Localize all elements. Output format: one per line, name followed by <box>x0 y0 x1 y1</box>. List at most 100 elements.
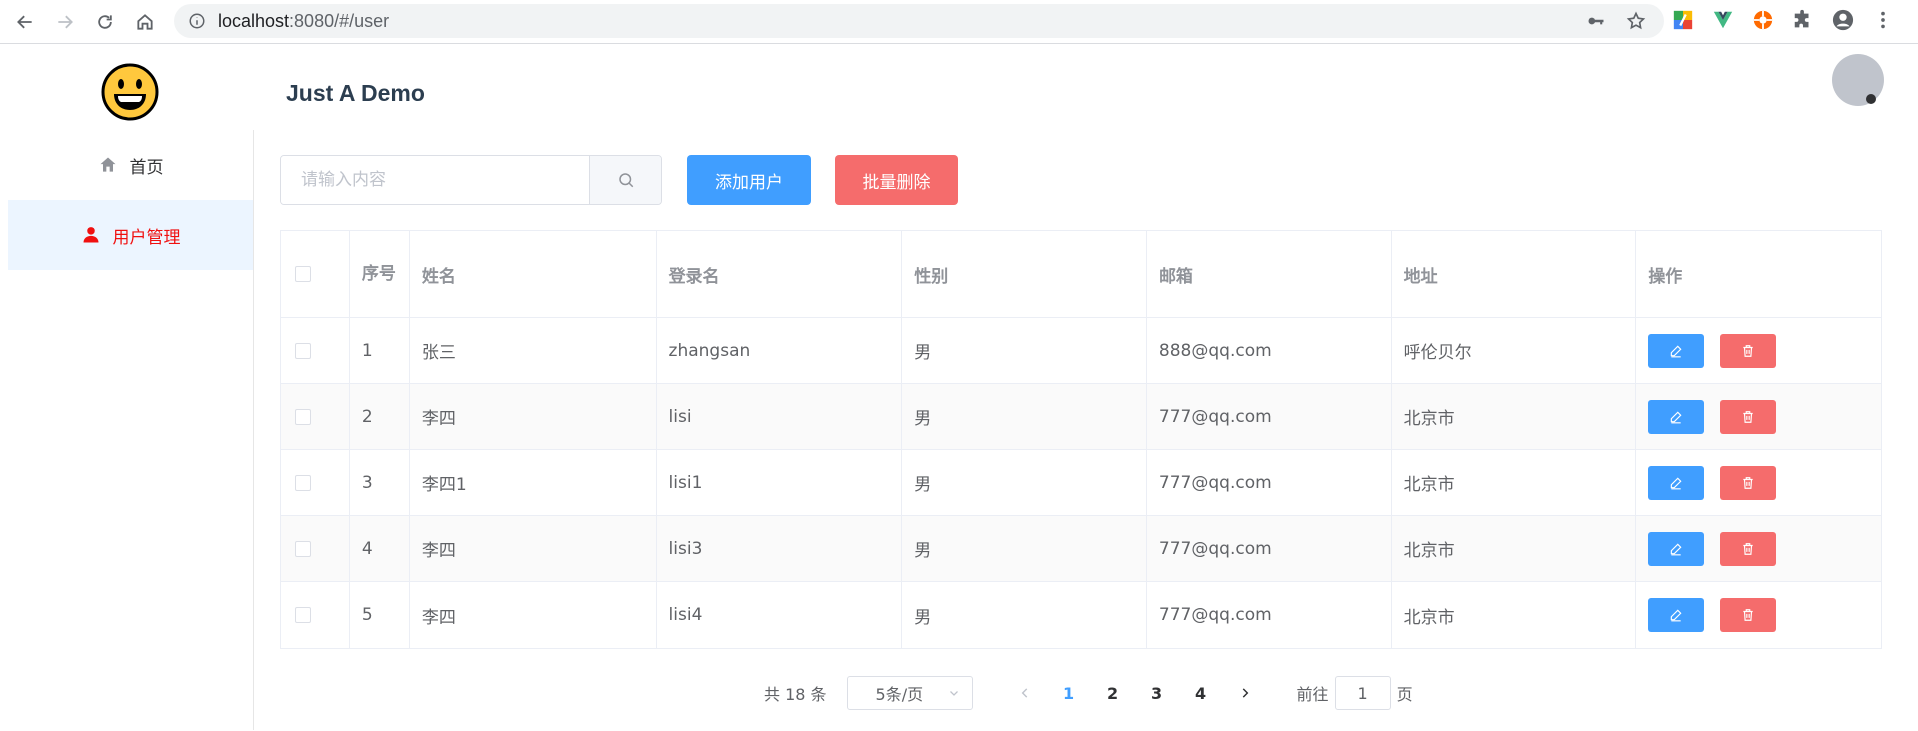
cell-actions <box>1636 582 1881 648</box>
trash-icon <box>1743 410 1753 423</box>
cell-actions <box>1636 384 1881 449</box>
page-number-1[interactable]: 1 <box>1047 684 1091 703</box>
delete-button[interactable] <box>1720 598 1777 632</box>
page-number-4[interactable]: 4 <box>1179 684 1223 703</box>
edit-button[interactable] <box>1648 531 1705 566</box>
cell-no: 4 <box>350 516 410 581</box>
next-page-button[interactable] <box>1223 686 1267 700</box>
back-button[interactable] <box>10 7 40 37</box>
reload-button[interactable] <box>90 7 120 37</box>
edit-button[interactable] <box>1648 598 1705 632</box>
sidebar-item-label: 首页 <box>129 157 164 178</box>
browser-menu-icon[interactable] <box>1870 7 1896 33</box>
row-select-cell <box>281 516 350 581</box>
page-number-3[interactable]: 3 <box>1135 684 1179 703</box>
cell-gender: 男 <box>902 384 1147 449</box>
row-checkbox[interactable] <box>295 342 311 359</box>
cell-actions <box>1636 318 1881 383</box>
delete-button[interactable] <box>1720 531 1777 566</box>
cell-no: 2 <box>350 384 410 449</box>
search-button[interactable] <box>589 156 661 204</box>
row-select-cell <box>281 384 350 449</box>
cell-email: 888@qq.com <box>1147 318 1392 383</box>
cell-no: 1 <box>350 318 410 383</box>
search-box <box>280 155 662 205</box>
address-bar[interactable]: localhost:8080/#/user <box>174 4 1664 38</box>
table-header: 序号 姓名 登录名 性别 邮箱 地址 操作 <box>281 231 1881 318</box>
cell-email: 777@qq.com <box>1147 582 1392 648</box>
edit-button[interactable] <box>1648 465 1705 500</box>
edit-icon <box>1671 477 1682 489</box>
cell-address: 北京市 <box>1392 516 1637 581</box>
edit-icon <box>1671 411 1682 423</box>
column-header-address: 地址 <box>1392 231 1637 317</box>
profile-icon[interactable] <box>1830 7 1856 33</box>
goto-page-input[interactable] <box>1334 676 1391 710</box>
cell-name: 李四1 <box>410 450 657 515</box>
sidebar-item-home[interactable]: 首页 <box>8 130 253 200</box>
puzzle-extensions-icon[interactable] <box>1790 7 1816 33</box>
pagination-total: 共 18 条 <box>764 685 827 704</box>
prev-page-button[interactable] <box>1003 686 1047 700</box>
lifebuoy-extension-icon[interactable] <box>1750 7 1776 33</box>
select-all-checkbox[interactable] <box>295 266 311 282</box>
cell-name: 李四 <box>410 384 657 449</box>
cell-actions <box>1636 450 1881 515</box>
cell-address: 呼伦贝尔 <box>1392 318 1637 383</box>
home-button[interactable] <box>130 7 160 37</box>
chevron-right-icon <box>1242 688 1248 698</box>
delete-button[interactable] <box>1720 333 1777 368</box>
row-select-cell <box>281 582 350 648</box>
table-row: 4 李四 lisi3 男 777@qq.com 北京市 <box>281 516 1881 582</box>
batch-delete-button[interactable]: 批量删除 <box>835 155 958 205</box>
delete-button[interactable] <box>1720 399 1777 434</box>
star-icon[interactable] <box>1626 11 1646 31</box>
cell-email: 777@qq.com <box>1147 450 1392 515</box>
house-icon <box>137 13 153 30</box>
row-checkbox[interactable] <box>295 540 311 557</box>
reload-icon <box>98 14 112 29</box>
edit-button[interactable] <box>1648 399 1705 434</box>
sidebar-item-label: 用户管理 <box>112 227 181 248</box>
sidebar-item-user-management[interactable]: 用户管理 <box>8 200 253 270</box>
search-input[interactable] <box>281 156 589 204</box>
cell-no: 5 <box>350 582 410 648</box>
column-header-no: 序号 <box>350 231 410 317</box>
trash-icon <box>1743 476 1753 489</box>
cell-actions <box>1636 516 1881 581</box>
chevron-down-icon <box>949 691 958 696</box>
user-table: 序号 姓名 登录名 性别 邮箱 地址 操作 1 张三 zhangsan 男 88… <box>280 230 1882 649</box>
trash-icon <box>1743 609 1753 621</box>
cell-login: lisi3 <box>657 516 903 581</box>
add-user-button[interactable]: 添加用户 <box>687 155 811 205</box>
table-row: 2 李四 lisi 男 777@qq.com 北京市 <box>281 384 1881 450</box>
pagination: 共 18 条 5条/页 1 2 3 4 前往 页 <box>764 676 1413 710</box>
page-size-select[interactable]: 5条/页 <box>846 676 973 710</box>
cell-name: 李四 <box>410 582 657 648</box>
delete-button[interactable] <box>1720 465 1777 500</box>
arrow-left-icon <box>17 15 32 28</box>
column-header-login: 登录名 <box>657 231 903 317</box>
cell-login: lisi <box>657 384 903 449</box>
user-icon <box>83 227 98 243</box>
page-title: Just A Demo <box>286 80 425 106</box>
site-info-icon[interactable] <box>188 12 206 30</box>
goto-suffix: 页 <box>1396 685 1413 704</box>
forward-button[interactable] <box>50 7 80 37</box>
table-row: 5 李四 lisi4 男 777@qq.com 北京市 <box>281 582 1881 648</box>
vue-devtools-icon[interactable] <box>1710 7 1736 33</box>
key-icon[interactable] <box>1586 11 1606 31</box>
row-checkbox[interactable] <box>295 408 311 425</box>
row-checkbox[interactable] <box>295 474 311 491</box>
cell-email: 777@qq.com <box>1147 384 1392 449</box>
sidebar: 首页 用户管理 <box>8 44 254 731</box>
row-select-cell <box>281 450 350 515</box>
page-number-2[interactable]: 2 <box>1091 684 1135 703</box>
avatar[interactable] <box>1832 54 1884 106</box>
edit-icon <box>1671 543 1682 555</box>
edit-button[interactable] <box>1648 333 1705 368</box>
row-checkbox[interactable] <box>295 607 311 623</box>
smiley-logo-icon <box>101 63 159 121</box>
extension-colorful-icon[interactable] <box>1670 7 1696 33</box>
cell-no: 3 <box>350 450 410 515</box>
